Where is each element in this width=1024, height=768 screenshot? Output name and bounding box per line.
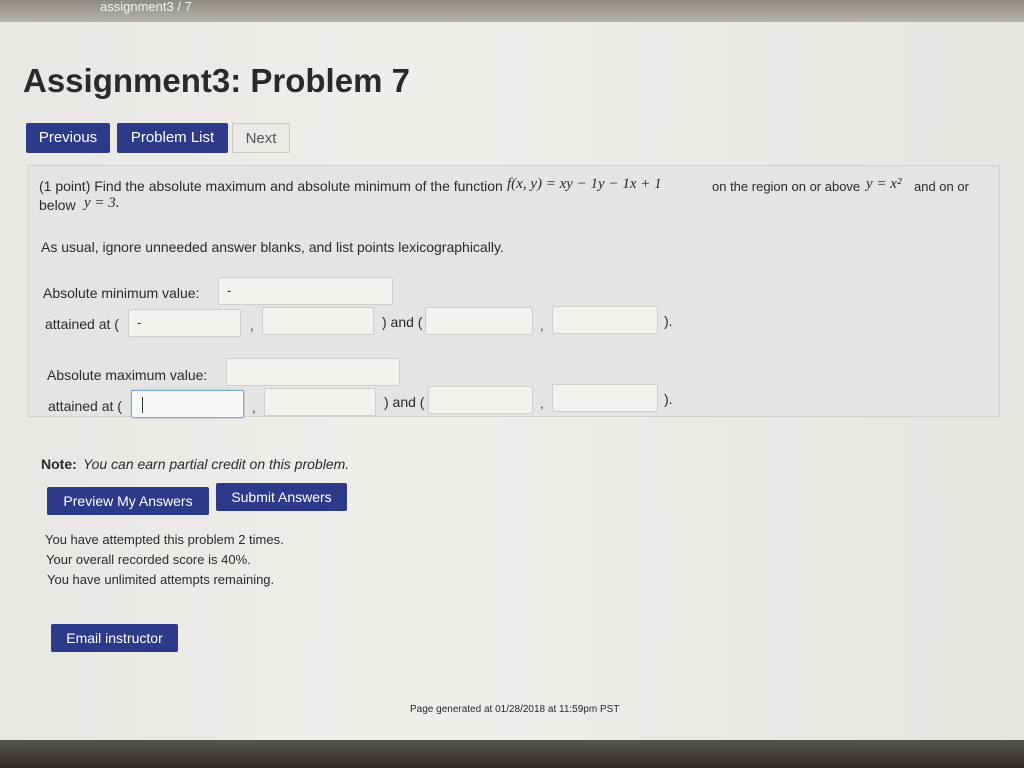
min-value-input[interactable]: - xyxy=(218,277,393,305)
submit-answers-button[interactable]: Submit Answers xyxy=(216,483,347,511)
problem-list-button[interactable]: Problem List xyxy=(117,123,228,153)
remaining-text: You have unlimited attempts remaining. xyxy=(47,572,275,587)
attempts-text: You have attempted this problem 2 times. xyxy=(45,532,284,547)
max-label: Absolute maximum value: xyxy=(47,367,208,383)
max-point2-x-input[interactable] xyxy=(428,386,533,414)
min-label: Absolute minimum value: xyxy=(43,285,200,301)
instructions: As usual, ignore unneeded answer blanks,… xyxy=(41,239,504,255)
max-point2-y-input[interactable] xyxy=(552,384,658,412)
note-text: You can earn partial credit on this prob… xyxy=(83,456,350,472)
score-text: Your overall recorded score is 40%. xyxy=(46,552,251,567)
min-point2-y-input[interactable] xyxy=(552,306,658,334)
max-value-input[interactable] xyxy=(226,358,400,386)
max-comma-1: , xyxy=(252,400,256,415)
max-comma-2: , xyxy=(540,396,544,411)
email-instructor-button[interactable]: Email instructor xyxy=(51,624,178,652)
min-and-text: ) and ( xyxy=(382,314,423,330)
function-formula: f(x, y) = xy − 1y − 1x + 1 xyxy=(507,176,662,192)
max-point1-y-input[interactable] xyxy=(264,388,376,416)
max-attained-label: attained at ( xyxy=(48,398,122,414)
min-point1-x-input[interactable]: - xyxy=(128,309,241,337)
min-point2-x-input[interactable] xyxy=(425,307,533,335)
text-cursor xyxy=(142,396,143,413)
below-formula: y = 3. xyxy=(84,195,120,211)
max-and-text: ) and ( xyxy=(384,394,425,410)
page-generated-footer: Page generated at 01/28/2018 at 11:59pm … xyxy=(410,704,620,715)
min-comma-2: , xyxy=(540,318,544,333)
previous-button[interactable]: Previous xyxy=(26,123,110,153)
min-close: ). xyxy=(664,313,673,329)
region-text: on the region on or above xyxy=(712,179,861,194)
min-attained-label: attained at ( xyxy=(45,316,119,332)
problem-intro: (1 point) Find the absolute maximum and … xyxy=(39,178,503,194)
region-formula: y = x² xyxy=(866,176,902,192)
max-close: ). xyxy=(664,391,673,407)
breadcrumb-text: assignment3 / 7 xyxy=(100,0,192,14)
min-point1-y-input[interactable] xyxy=(262,307,374,335)
below-text: below xyxy=(39,197,76,213)
page-title: Assignment3: Problem 7 xyxy=(23,62,410,99)
note-label: Note: xyxy=(41,456,77,472)
preview-answers-button[interactable]: Preview My Answers xyxy=(47,487,209,515)
screen-bezel xyxy=(0,740,1024,768)
max-point1-x-input[interactable] xyxy=(131,390,244,418)
region-and-text: and on or xyxy=(914,179,969,194)
next-button[interactable]: Next xyxy=(232,123,290,153)
min-comma-1: , xyxy=(250,318,254,333)
breadcrumb: assignment3 / 7 xyxy=(0,0,1024,22)
